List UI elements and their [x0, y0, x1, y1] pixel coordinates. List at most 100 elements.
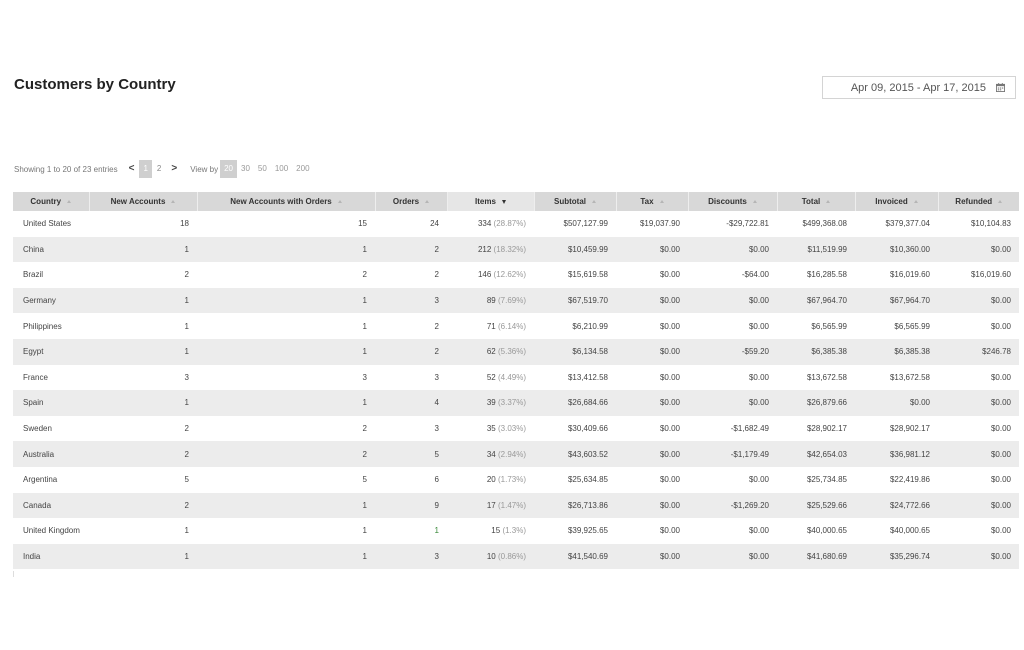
cell-items: 212 (18.32%): [447, 237, 534, 263]
cell-orders: 3: [434, 372, 439, 382]
cell-new-with-orders: 15: [358, 219, 367, 229]
column-header-tax[interactable]: Tax: [615, 192, 688, 211]
column-label: Items: [475, 197, 496, 206]
items-count: 15: [491, 526, 501, 536]
page-1-button[interactable]: 1: [139, 160, 152, 178]
cell-refunded: $0.00: [990, 526, 1011, 536]
column-header-invoiced[interactable]: Invoiced: [854, 192, 938, 211]
column-header-total[interactable]: Total: [776, 192, 855, 211]
column-header-country[interactable]: Country: [13, 192, 89, 211]
column-header-discounts[interactable]: Discounts: [687, 192, 777, 211]
page-2-button[interactable]: 2: [152, 160, 166, 178]
cell-discounts: $0.00: [748, 526, 769, 536]
items-percent: (3.03%): [497, 424, 526, 434]
cell-country: Germany: [23, 296, 56, 306]
cell-tax: $0.00: [659, 270, 680, 280]
items-percent: (1.3%): [502, 526, 526, 536]
cell-refunded: $10,104.83: [970, 219, 1011, 229]
sort-icon: [913, 200, 918, 203]
cell-new-with-orders: 1: [362, 321, 367, 331]
items-count: 10: [486, 552, 496, 562]
cell-new-accounts: 1: [184, 347, 189, 357]
column-label: Subtotal: [554, 197, 586, 206]
cell-tax: $0.00: [659, 475, 680, 485]
customers-by-country-table: Country New Accounts New Accounts with Ord…: [13, 192, 1019, 570]
cell-new-accounts: 2: [184, 270, 189, 280]
cell-total: $28,902.17: [806, 424, 847, 434]
table-row: United Kingdom 1 1 1 15 (1.3%) $39,925.65 $0.0…: [13, 518, 1019, 544]
items-count: 212: [477, 244, 492, 254]
cell-total: $40,000.65: [806, 526, 847, 536]
cell-country: Canada: [23, 500, 52, 510]
table-row: Egypt 1 1 2 62 (5.36%) $6,134.58 $0.00 -$59.20 $…: [13, 338, 1019, 365]
items-percent: (18.32%): [493, 244, 526, 254]
cell-discounts: -$59.20: [741, 347, 769, 357]
column-header-orders[interactable]: Orders: [374, 192, 447, 211]
column-header-new-accounts-with-orders[interactable]: New Accounts with Orders: [196, 192, 375, 211]
view-by-200[interactable]: 200: [292, 160, 313, 178]
cell-refunded: $0.00: [990, 398, 1011, 408]
table-body: United States 18 15 24 334 (28.87%) $507,127.…: [13, 211, 1019, 570]
prev-page-button[interactable]: <: [124, 160, 140, 178]
cell-invoiced: $67,964.70: [889, 296, 930, 306]
items-percent: (7.69%): [497, 296, 526, 306]
view-by-50[interactable]: 50: [254, 160, 271, 178]
items-percent: (1.73%): [497, 475, 526, 485]
cell-orders: 9: [434, 500, 439, 510]
cell-discounts: $0.00: [748, 244, 769, 254]
cell-new-accounts: 1: [184, 296, 189, 306]
cell-tax: $0.00: [659, 347, 680, 357]
cell-tax: $0.00: [659, 552, 680, 562]
cell-items: 15 (1.3%): [447, 518, 534, 544]
column-header-subtotal[interactable]: Subtotal: [533, 192, 616, 211]
cell-subtotal: $41,540.69: [567, 552, 608, 562]
view-by-20[interactable]: 20: [220, 160, 237, 178]
cell-subtotal: $26,684.66: [567, 398, 608, 408]
cell-new-accounts: 1: [184, 321, 189, 331]
table-row: Philippines 1 1 2 71 (6.14%) $6,210.99 $0.00 $0…: [13, 313, 1019, 339]
column-header-refunded[interactable]: Refunded: [937, 192, 1019, 211]
cell-items: 334 (28.87%): [447, 211, 534, 237]
column-label: New Accounts with Orders: [230, 197, 332, 206]
cell-subtotal: $507,127.99: [563, 219, 609, 229]
cell-total: $25,734.85: [806, 475, 847, 485]
cell-orders: 3: [434, 552, 439, 562]
column-header-items[interactable]: Items: [446, 192, 534, 211]
cell-invoiced: $0.00: [909, 398, 930, 408]
cell-new-accounts: 1: [184, 552, 189, 562]
table-toolbar: Showing 1 to 20 of 23 entries < 1 2 > Vi…: [14, 160, 314, 178]
sort-icon: [592, 200, 596, 203]
cell-new-with-orders: 1: [362, 347, 367, 357]
items-count: 62: [486, 347, 496, 357]
cell-subtotal: $15,619.58: [567, 270, 608, 280]
table-row: Spain 1 1 4 39 (3.37%) $26,684.66 $0.00 $0.00 $2…: [13, 390, 1019, 416]
items-percent: (0.86%): [497, 552, 526, 562]
cell-new-with-orders: 2: [362, 424, 367, 434]
view-by-100[interactable]: 100: [271, 160, 292, 178]
column-header-new-accounts[interactable]: New Accounts: [88, 192, 197, 211]
cell-total: $6,565.99: [811, 321, 847, 331]
cell-discounts: -$64.00: [741, 270, 769, 280]
items-count: 39: [486, 398, 496, 408]
table-row: Sweden 2 2 3 35 (3.03%) $30,409.66 $0.00 -$1,68…: [13, 416, 1019, 442]
items-count: 20: [486, 475, 496, 485]
items-count: 34: [486, 449, 496, 459]
cell-orders: 2: [434, 321, 439, 331]
items-count: 89: [486, 296, 496, 306]
cell-tax: $0.00: [659, 296, 680, 306]
items-count: 52: [486, 372, 496, 382]
cell-orders: 6: [434, 475, 439, 485]
table-border-tail: [13, 571, 14, 577]
sort-icon: [425, 200, 430, 203]
cell-subtotal: $6,134.58: [572, 347, 608, 357]
cell-tax: $19,037.90: [639, 219, 680, 229]
cell-items: 10 (0.86%): [447, 544, 534, 570]
cell-refunded: $0.00: [990, 296, 1011, 306]
date-range-picker[interactable]: Apr 09, 2015 - Apr 17, 2015: [822, 76, 1016, 99]
cell-refunded: $0.00: [990, 449, 1011, 459]
items-count: 17: [486, 500, 496, 510]
view-by-30[interactable]: 30: [237, 160, 254, 178]
sort-icon: [659, 200, 664, 203]
cell-subtotal: $25,634.85: [567, 475, 608, 485]
next-page-button[interactable]: >: [166, 160, 182, 178]
